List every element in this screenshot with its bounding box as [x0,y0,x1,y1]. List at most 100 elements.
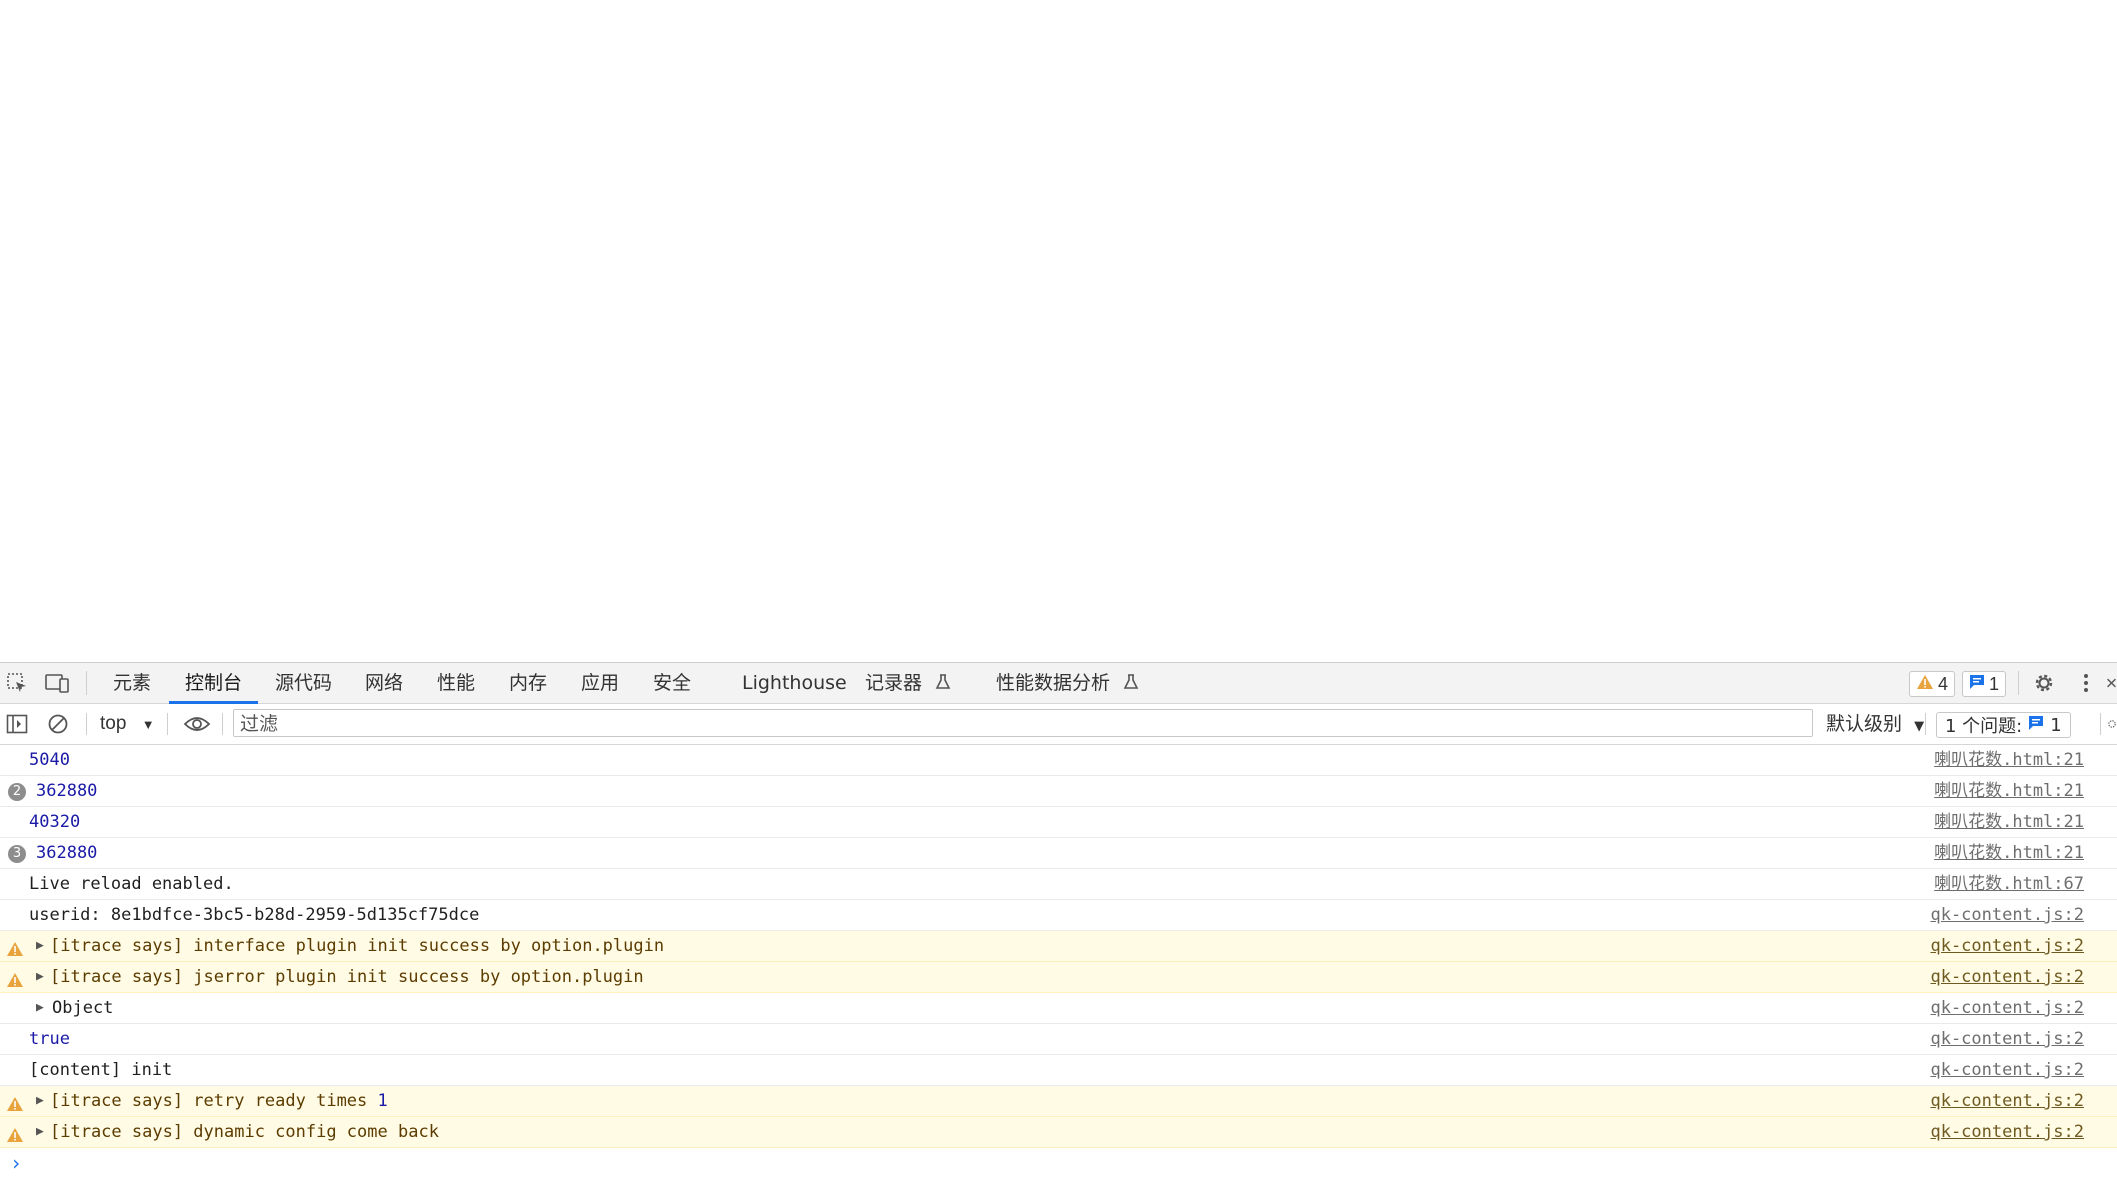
messages-badge[interactable]: 1 [1962,671,2007,697]
divider [222,713,223,735]
message-text: userid: 8e1bdfce-3bc5-b28d-2959-5d135cf7… [29,905,480,925]
console-prompt[interactable]: › [0,1148,2117,1178]
tab-network[interactable]: 网络 [365,663,403,703]
message-text: true [29,1029,70,1049]
warning-icon [1916,674,1934,695]
filter-input[interactable]: 过滤 [233,709,1813,737]
repeat-count-badge: 2 [8,783,26,801]
message-icon [2028,715,2044,736]
tab-elements[interactable]: 元素 [113,663,151,703]
issues-label: 1 个问题: [1945,716,2023,737]
tab-memory[interactable]: 内存 [509,663,547,703]
expand-arrow-icon[interactable]: ▶ [36,1086,44,1116]
tab-security[interactable]: 安全 [653,663,691,703]
more-options-icon[interactable] [2073,671,2099,695]
context-value: top [100,713,127,734]
sidebar-toggle-icon[interactable] [4,712,30,736]
source-link[interactable]: 喇叭花数.html:21 [1934,745,2084,775]
tab-sources[interactable]: 源代码 [275,663,332,703]
log-level-value: 默认级别 [1826,713,1903,735]
context-select[interactable]: top ▼ [100,704,155,744]
console-message[interactable]: 2 362880 喇叭花数.html:21 [0,776,2117,807]
console-message[interactable]: 40320 喇叭花数.html:21 [0,807,2117,838]
console-warning[interactable]: ▶ [itrace says] interface plugin init su… [0,931,2117,962]
tab-application[interactable]: 应用 [581,663,619,703]
repeat-count-badge: 3 [8,845,26,863]
message-number: 1 [377,1091,388,1111]
log-level-select[interactable]: 默认级别 ▼ [1826,704,1924,744]
expand-arrow-icon[interactable]: ▶ [36,962,44,992]
tab-console[interactable]: 控制台 [168,663,259,704]
live-expression-eye-icon[interactable] [182,712,212,736]
expand-arrow-icon[interactable]: ▶ [36,1117,44,1147]
console-message[interactable]: userid: 8e1bdfce-3bc5-b28d-2959-5d135cf7… [0,900,2117,931]
console-warning[interactable]: ▶ [itrace says] jserror plugin init succ… [0,962,2117,993]
source-link[interactable]: qk-content.js:2 [1930,931,2084,961]
device-toolbar-icon[interactable] [44,671,70,695]
page-viewport [0,0,2117,662]
console-message[interactable]: Live reload enabled. 喇叭花数.html:67 [0,869,2117,900]
console-warning[interactable]: ▶ [itrace says] retry ready times 1 qk-c… [0,1086,2117,1117]
inspect-element-icon[interactable] [4,671,30,695]
tab-performance[interactable]: 性能 [437,663,475,703]
divider [86,671,87,695]
message-text: 362880 [36,843,98,863]
console-message[interactable]: ▶ Object qk-content.js:2 [0,993,2117,1024]
divider [2100,713,2101,735]
tab-performance-insights[interactable]: 性能数据分析 [996,663,1140,703]
experiment-flask-icon [928,672,952,694]
issues-button[interactable]: 1 个问题: 1 [1936,712,2071,738]
dropdown-arrow-icon: ▼ [1914,719,1925,734]
source-link[interactable]: 喇叭花数.html:21 [1934,807,2084,837]
message-line: [itrace says] retry ready times 1 [50,1086,388,1116]
console-toolbar: top ▼ 过滤 默认级别 ▼ 1 个问题: 1 [0,704,2117,745]
message-text: [itrace says] retry ready times [50,1091,368,1111]
tab-recorder[interactable]: 记录器 [865,663,952,703]
close-icon[interactable] [2106,671,2117,695]
message-text: 5040 [29,750,70,770]
message-icon [1969,674,1985,695]
console-message[interactable]: true qk-content.js:2 [0,1024,2117,1055]
divider [86,713,87,735]
source-link[interactable]: qk-content.js:2 [1930,993,2084,1023]
warnings-badge[interactable]: 4 [1909,671,1956,697]
issues-count: 1 [2050,714,2062,736]
message-text: [itrace says] interface plugin init succ… [50,936,665,956]
source-link[interactable]: qk-content.js:2 [1930,900,2084,930]
settings-gear-icon[interactable] [2031,671,2057,695]
message-text: 40320 [29,812,81,832]
console-message[interactable]: 5040 喇叭花数.html:21 [0,745,2117,776]
console-message[interactable]: [content] init qk-content.js:2 [0,1055,2117,1086]
devtools-tabbar: 元素 控制台 源代码 网络 性能 内存 应用 安全 Lighthouse 记录器… [0,663,2117,704]
console-settings-gear-icon[interactable] [2107,712,2117,736]
divider [1925,713,1926,735]
expand-arrow-icon[interactable]: ▶ [36,993,44,1023]
warnings-count: 4 [1938,673,1949,694]
source-link[interactable]: qk-content.js:2 [1930,1117,2084,1147]
source-link[interactable]: qk-content.js:2 [1930,962,2084,992]
divider [167,713,168,735]
devtools-panel: 元素 控制台 源代码 网络 性能 内存 应用 安全 Lighthouse 记录器… [0,662,2117,1182]
source-link[interactable]: qk-content.js:2 [1930,1086,2084,1116]
tab-lighthouse[interactable]: Lighthouse [742,663,847,703]
message-text: [itrace says] dynamic config come back [50,1122,439,1142]
console-log: 5040 喇叭花数.html:21 2 362880 喇叭花数.html:21 … [0,745,2117,1178]
message-text: [itrace says] jserror plugin init succes… [50,967,644,987]
expand-arrow-icon[interactable]: ▶ [36,931,44,961]
divider [2018,671,2019,695]
source-link[interactable]: 喇叭花数.html:21 [1934,838,2084,868]
messages-count: 1 [1989,673,2000,694]
console-message[interactable]: 3 362880 喇叭花数.html:21 [0,838,2117,869]
console-warning[interactable]: ▶ [itrace says] dynamic config come back… [0,1117,2117,1148]
tab-recorder-label: 记录器 [865,672,923,694]
clear-console-icon[interactable] [45,712,71,736]
source-link[interactable]: qk-content.js:2 [1930,1055,2084,1085]
experiment-flask-icon [1116,672,1140,694]
message-text: 362880 [36,781,98,801]
source-link[interactable]: 喇叭花数.html:21 [1934,776,2084,806]
source-link[interactable]: qk-content.js:2 [1930,1024,2084,1054]
message-text: Object [52,998,114,1018]
source-link[interactable]: 喇叭花数.html:67 [1934,869,2084,899]
tab-performance-insights-label: 性能数据分析 [996,672,1111,694]
message-text: Live reload enabled. [29,874,234,894]
